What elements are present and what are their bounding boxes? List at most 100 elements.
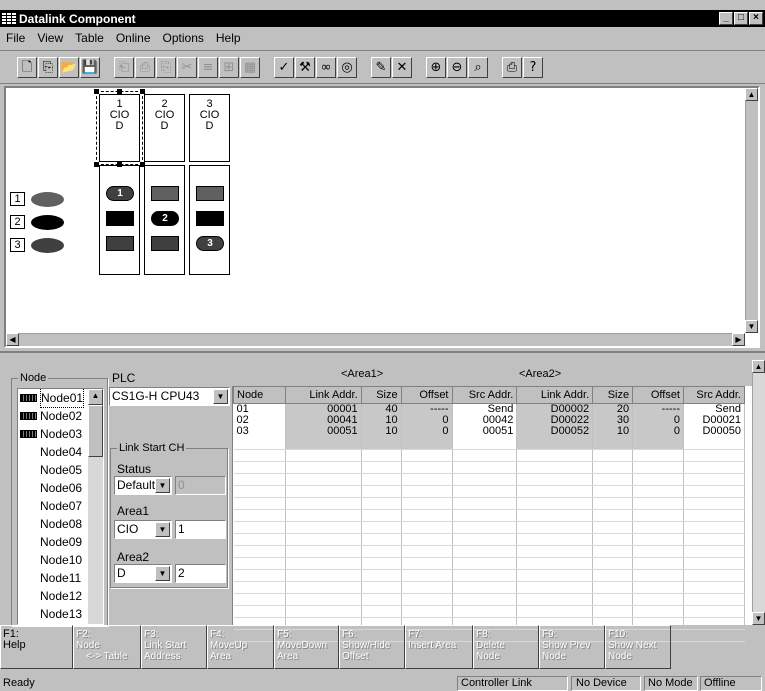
table-cell[interactable] [452,569,518,582]
table-row-empty[interactable] [233,545,745,558]
table-cell[interactable] [285,461,362,474]
table-cell[interactable] [361,437,402,450]
table-cell[interactable] [632,509,684,522]
table-cell[interactable] [233,449,286,462]
table-cell[interactable] [516,533,594,546]
table-cell[interactable] [401,593,453,606]
table-row-empty[interactable] [233,437,745,450]
node-column-3[interactable]: 3 [189,165,230,275]
chevron-down-icon[interactable]: ▼ [155,478,170,493]
table-cell[interactable] [632,485,684,498]
minimize-button[interactable]: _ [719,12,733,25]
scroll-right-icon[interactable]: ▶ [732,333,745,346]
scroll-up-icon[interactable]: ▲ [745,88,758,101]
table-cell[interactable] [632,569,684,582]
table-cell[interactable] [285,521,362,534]
new-from-icon[interactable]: ⎘ [38,57,58,78]
table-cell[interactable] [592,473,634,486]
grid-icon[interactable]: ▦ [240,57,260,78]
table-row-empty[interactable] [233,557,745,570]
table-cell[interactable] [361,593,402,606]
table-cell[interactable] [516,449,594,462]
area2-field[interactable]: 2 [175,564,226,583]
table-cell[interactable] [632,593,684,606]
scroll-up-icon[interactable]: ▲ [752,360,765,373]
table-cell[interactable] [683,521,745,534]
table-cell[interactable] [361,473,402,486]
link-cell[interactable] [196,211,224,226]
table-cell[interactable] [683,473,745,486]
table-row-empty[interactable] [233,497,745,510]
zoom-in-icon[interactable]: ⊕ [426,57,446,78]
table-row-empty[interactable] [233,593,745,606]
table-cell[interactable] [233,593,286,606]
table-cell[interactable] [285,473,362,486]
chevron-down-icon[interactable]: ▼ [155,522,170,537]
table-cell[interactable]: 10 [361,426,402,437]
table-cell[interactable] [452,473,518,486]
table-cell[interactable] [452,437,518,450]
table-cell[interactable] [233,557,286,570]
table-cell[interactable] [516,593,594,606]
table-cell[interactable] [592,569,634,582]
table-cell[interactable] [401,473,453,486]
menu-file[interactable]: File [0,31,31,45]
table-cell[interactable] [516,569,594,582]
table-cell[interactable] [401,509,453,522]
table-cell[interactable] [233,497,286,510]
col-offset-1[interactable]: Offset [400,386,453,404]
table-cell[interactable] [592,521,634,534]
table-row-empty[interactable] [233,569,745,582]
menu-online[interactable]: Online [110,31,157,45]
table-cell[interactable] [452,545,518,558]
table-cell[interactable] [233,545,286,558]
table-cell[interactable] [632,497,684,510]
table-cell[interactable] [361,533,402,546]
table-row-empty[interactable] [233,533,745,546]
delete-icon[interactable]: ✕ [392,57,412,78]
print-icon[interactable]: ⎙ [502,57,522,78]
table-row-empty[interactable] [233,605,745,618]
f5-movedown-button[interactable]: F5: MoveDown Area [274,625,339,669]
table-cell[interactable] [233,509,286,522]
node-header-3[interactable]: 3 CIO D [189,94,230,162]
scroll-down-icon[interactable]: ▼ [745,320,758,333]
status-field[interactable]: 0 [175,476,226,495]
table-cell[interactable] [452,509,518,522]
help-icon[interactable]: ? [523,57,543,78]
col-link-addr-2[interactable]: Link Addr. [516,386,594,404]
target-icon[interactable]: ◎ [337,57,357,78]
table-cell[interactable] [683,605,745,618]
table-cell[interactable] [285,581,362,594]
scroll-left-icon[interactable]: ◀ [6,333,19,346]
table-cell[interactable] [516,545,594,558]
check-icon[interactable]: ✓ [274,57,294,78]
table-row-empty[interactable] [233,509,745,522]
link-cell[interactable] [151,186,179,201]
scroll-thumb[interactable] [88,405,103,457]
table-cell[interactable] [285,449,362,462]
scroll-down-icon[interactable]: ▼ [752,612,765,625]
table-cell[interactable] [285,545,362,558]
link-cell[interactable] [106,211,134,226]
table-cell[interactable] [683,461,745,474]
link-cell[interactable] [151,236,179,251]
table-cell[interactable] [592,509,634,522]
f10-show-next-button[interactable]: F10: Show Next Node [605,625,671,669]
area2-select[interactable]: D ▼ [114,564,172,583]
table-cell[interactable] [516,485,594,498]
table-cell[interactable] [452,605,518,618]
table-cell[interactable] [592,605,634,618]
datalink-table[interactable]: Node Link Addr. Size Offset Src Addr. Li… [232,360,765,642]
link-cell-send[interactable]: 1 [106,186,134,201]
col-offset-2[interactable]: Offset [632,386,684,404]
table-cell[interactable] [683,533,745,546]
table-cell[interactable] [683,497,745,510]
table-cell[interactable] [285,569,362,582]
link-cell[interactable] [196,186,224,201]
table-cell[interactable]: 0 [401,426,453,437]
table-cell[interactable]: 00051 [285,426,362,437]
table-cell[interactable] [592,545,634,558]
selection-handles[interactable] [94,89,145,167]
f3-link-start-button[interactable]: F3: Link Start Address [141,625,207,669]
